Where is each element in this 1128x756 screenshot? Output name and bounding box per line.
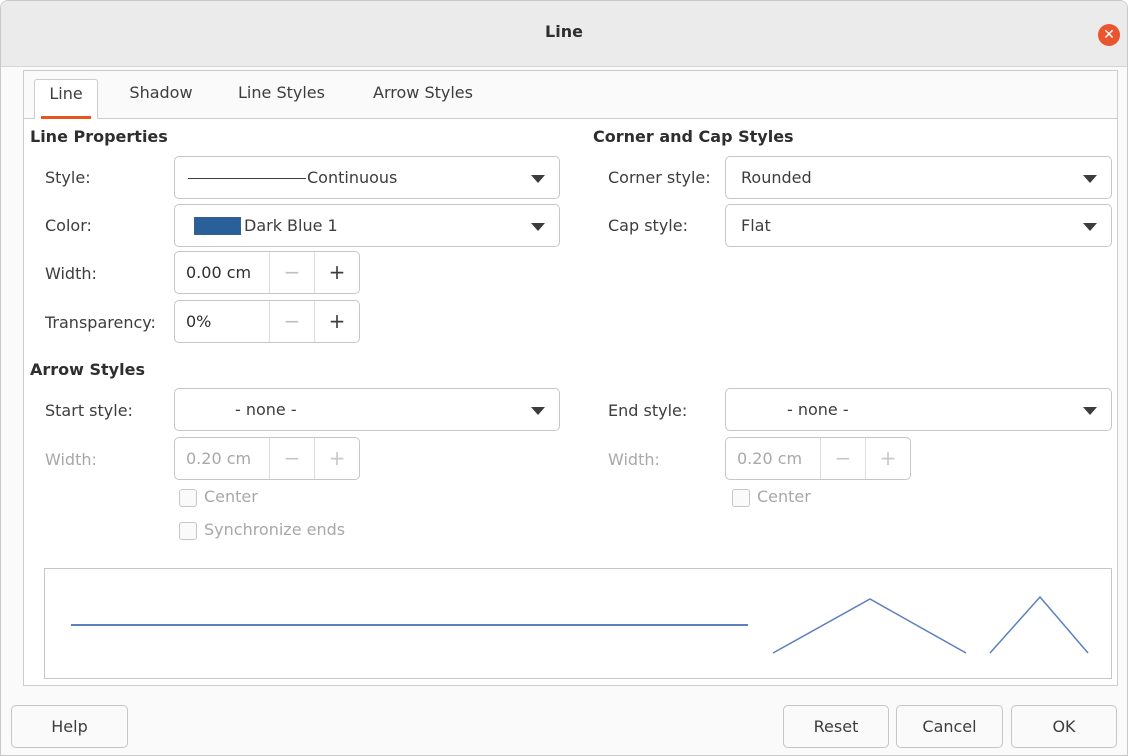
plus-icon: +: [328, 446, 346, 470]
corner-style-dropdown[interactable]: Rounded: [725, 156, 1112, 199]
active-tab-indicator: [41, 116, 91, 119]
ok-button[interactable]: OK: [1011, 705, 1117, 748]
color-swatch: [194, 217, 241, 235]
decrement-button[interactable]: −: [820, 438, 865, 479]
chevron-down-icon: [1083, 223, 1097, 231]
increment-button[interactable]: +: [314, 301, 359, 342]
line-properties-heading: Line Properties: [30, 127, 168, 146]
line-style-dropdown[interactable]: Continuous: [174, 156, 560, 199]
start-style-label: Start style:: [45, 401, 133, 420]
start-width-label: Width:: [45, 450, 97, 469]
close-icon: ✕: [1103, 27, 1115, 43]
style-label: Style:: [45, 168, 91, 187]
dialog-title: Line: [545, 22, 583, 41]
end-width-label: Width:: [608, 450, 660, 469]
transparency-label: Transparency:: [45, 313, 156, 332]
start-center-label: Center: [204, 487, 258, 506]
color-label: Color:: [45, 216, 92, 235]
line-width-spinbox[interactable]: 0.00 cm − +: [174, 251, 360, 294]
tab-line-styles-label: Line Styles: [238, 83, 325, 102]
start-style-value: - none -: [235, 400, 297, 419]
corner-cap-heading: Corner and Cap Styles: [593, 127, 794, 146]
arrow-styles-heading: Arrow Styles: [30, 360, 145, 379]
increment-button[interactable]: +: [314, 252, 359, 293]
chevron-down-icon: [531, 175, 545, 183]
plus-icon: +: [879, 446, 897, 470]
reset-button[interactable]: Reset: [783, 705, 889, 748]
end-style-value: - none -: [787, 400, 849, 419]
line-style-value: Continuous: [307, 168, 398, 187]
line-color-dropdown[interactable]: Dark Blue 1: [174, 204, 560, 247]
title-bar: Line ✕: [1, 1, 1127, 67]
chevron-down-icon: [1083, 175, 1097, 183]
corner-style-label: Corner style:: [608, 168, 711, 187]
end-center-label: Center: [757, 487, 811, 506]
start-style-dropdown[interactable]: - none -: [174, 388, 560, 431]
line-style-sample: [188, 178, 306, 179]
line-preview: [44, 568, 1112, 679]
decrement-button[interactable]: −: [269, 252, 314, 293]
tab-line-label: Line: [49, 84, 83, 103]
line-preview-canvas: [71, 595, 1089, 654]
synchronize-ends-checkbox[interactable]: [179, 522, 197, 540]
start-width-spinbox[interactable]: 0.20 cm − +: [174, 437, 360, 480]
tab-line[interactable]: Line: [34, 79, 98, 119]
end-center-checkbox[interactable]: [732, 489, 750, 507]
start-width-value: 0.20 cm: [186, 449, 252, 468]
plus-icon: +: [328, 309, 346, 333]
synchronize-ends-label: Synchronize ends: [204, 520, 346, 539]
preview-narrow-angle-line: [989, 595, 1089, 654]
chevron-down-icon: [1083, 407, 1097, 415]
minus-icon: −: [283, 260, 301, 284]
line-width-value: 0.00 cm: [186, 263, 252, 282]
chevron-down-icon: [531, 223, 545, 231]
end-width-spinbox[interactable]: 0.20 cm − +: [725, 437, 911, 480]
start-center-checkbox[interactable]: [179, 489, 197, 507]
cap-style-value: Flat: [741, 216, 771, 235]
corner-style-value: Rounded: [741, 168, 812, 187]
preview-wide-angle-line: [772, 598, 967, 654]
tab-arrow-styles[interactable]: Arrow Styles: [358, 79, 488, 119]
decrement-button[interactable]: −: [269, 301, 314, 342]
tab-bar: Line Shadow Line Styles Arrow Styles: [24, 71, 1117, 119]
tab-shadow[interactable]: Shadow: [116, 79, 206, 119]
end-style-label: End style:: [608, 401, 688, 420]
tab-arrow-styles-label: Arrow Styles: [373, 83, 473, 102]
increment-button[interactable]: +: [865, 438, 910, 479]
cap-style-dropdown[interactable]: Flat: [725, 204, 1112, 247]
transparency-spinbox[interactable]: 0% − +: [174, 300, 360, 343]
line-dialog: Line ✕ Line Shadow Line Styles Arrow Sty…: [0, 0, 1128, 756]
tab-line-styles[interactable]: Line Styles: [224, 79, 339, 119]
line-color-value: Dark Blue 1: [244, 216, 338, 235]
cap-style-label: Cap style:: [608, 216, 688, 235]
close-button[interactable]: ✕: [1098, 24, 1120, 46]
increment-button[interactable]: +: [314, 438, 359, 479]
plus-icon: +: [328, 260, 346, 284]
end-width-value: 0.20 cm: [737, 449, 803, 468]
cancel-button[interactable]: Cancel: [896, 705, 1003, 748]
tab-shadow-label: Shadow: [129, 83, 193, 102]
end-style-dropdown[interactable]: - none -: [725, 388, 1112, 431]
width-label: Width:: [45, 264, 97, 283]
minus-icon: −: [834, 446, 852, 470]
help-button[interactable]: Help: [11, 705, 128, 748]
minus-icon: −: [283, 446, 301, 470]
transparency-value: 0%: [186, 312, 212, 331]
decrement-button[interactable]: −: [269, 438, 314, 479]
chevron-down-icon: [531, 407, 545, 415]
minus-icon: −: [283, 309, 301, 333]
